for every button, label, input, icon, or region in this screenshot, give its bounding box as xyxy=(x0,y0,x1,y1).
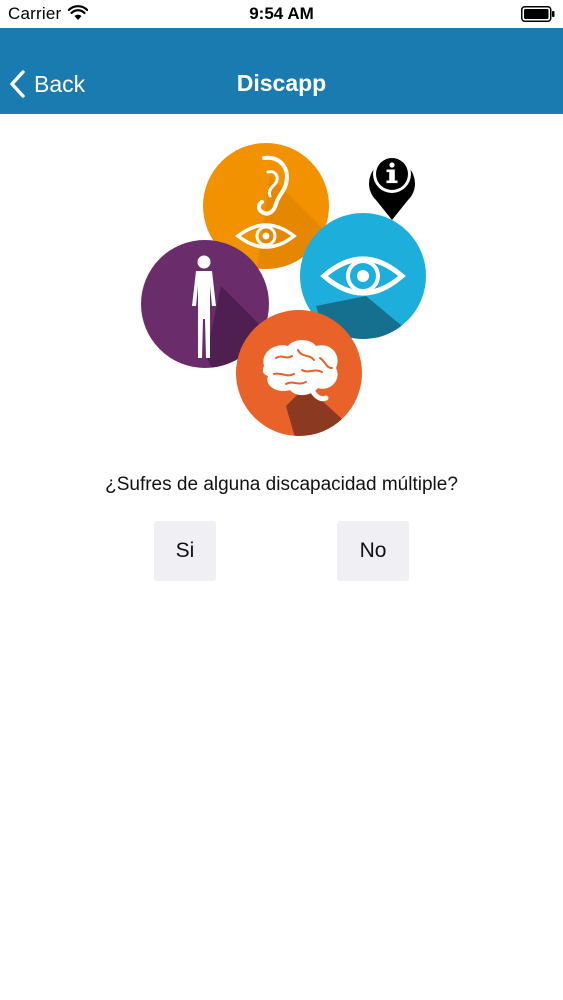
yes-button[interactable]: Si xyxy=(154,521,216,581)
disability-illustration xyxy=(141,143,426,436)
info-pin-icon xyxy=(369,155,415,220)
navigation-bar: Back Discapp xyxy=(0,28,563,114)
no-button[interactable]: No xyxy=(337,521,409,581)
battery-icon xyxy=(521,6,555,22)
multiple-disability-question: ¿Sufres de alguna discapacidad múltiple? xyxy=(105,474,458,495)
status-bar: Carrier 9:54 AM xyxy=(0,0,563,28)
page-title: Discapp xyxy=(236,70,327,96)
status-time: 9:54 AM xyxy=(249,4,314,23)
